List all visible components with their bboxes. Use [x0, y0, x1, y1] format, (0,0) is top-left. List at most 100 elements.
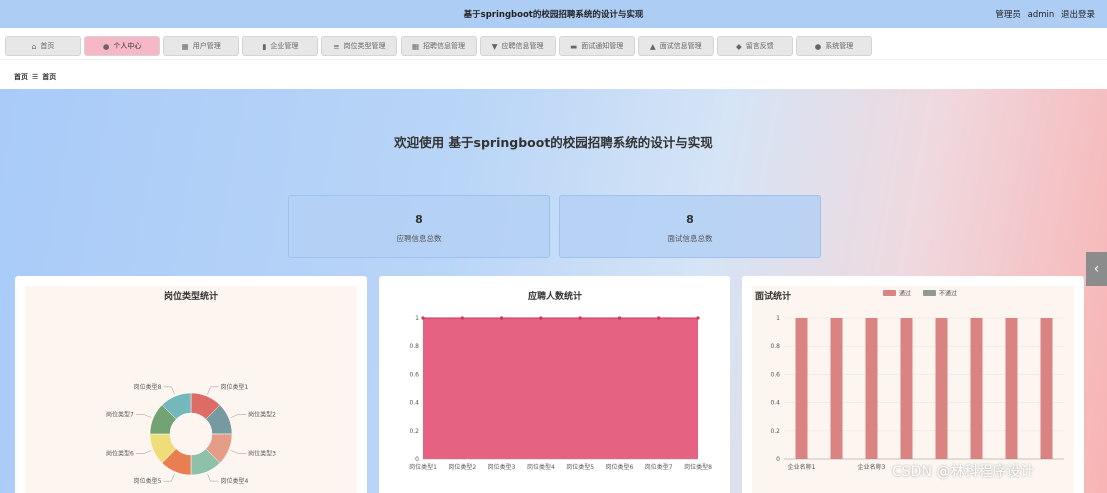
stat-label: 面试信息总数	[667, 234, 713, 243]
x-tick-label: 岗位类型6	[606, 463, 634, 471]
nav-tab[interactable]: ≡ 岗位类型管理	[321, 36, 398, 56]
data-point[interactable]	[421, 316, 425, 320]
data-point[interactable]	[617, 316, 622, 320]
nav-tab-label: 个人中心	[113, 42, 142, 50]
slice-label: 岗位类型8	[134, 383, 162, 391]
chart-title: 岗位类型统计	[164, 290, 218, 302]
y-tick-label: 0.8	[770, 343, 780, 350]
side-toggle-button[interactable]: ‹	[1086, 252, 1107, 286]
slice-label: 岗位类型6	[106, 450, 134, 458]
x-tick-label: 岗位类型2	[448, 463, 476, 471]
breadcrumb-separator: ☰	[32, 73, 39, 81]
user-role: 管理员	[995, 10, 1021, 20]
nav-tab[interactable]: ▦ 用户管理	[163, 36, 240, 56]
stat-value: 8	[686, 213, 694, 226]
data-point[interactable]	[539, 316, 543, 320]
logout-link[interactable]: 退出登录	[1061, 10, 1095, 20]
building-icon: ▮	[262, 41, 267, 51]
y-tick-label: 0	[776, 456, 780, 463]
slice-label: 岗位类型4	[221, 477, 249, 485]
bar[interactable]	[970, 318, 983, 459]
nav-tab-label: 用户管理	[192, 42, 221, 50]
nav-tab[interactable]: ● 个人中心	[84, 36, 161, 56]
stat-card-applications: 8 应聘信息总数	[288, 195, 550, 258]
nav-tab-label: 留言反馈	[745, 42, 774, 50]
pin-icon: ▼	[491, 41, 498, 51]
nav-tab-label: 企业管理	[270, 42, 299, 50]
monitor-icon: ▬	[570, 41, 578, 51]
data-point[interactable]	[499, 316, 504, 320]
y-tick-label: 0.4	[409, 400, 419, 407]
y-tick-label: 0.2	[770, 428, 780, 435]
y-tick-label: 1	[776, 315, 780, 322]
bar[interactable]	[865, 318, 878, 459]
y-tick-label: 0.2	[409, 428, 419, 435]
legend-label: 不通过	[939, 290, 957, 298]
stat-value: 8	[415, 213, 423, 226]
data-point[interactable]	[460, 316, 464, 320]
chart-title: 面试统计	[755, 290, 791, 302]
nav-tab[interactable]: ⌂ 首页	[5, 36, 81, 56]
chart-card-applicants: 应聘人数统计 0 0.2 0.4 0.6 0.8 1 岗位类型1 岗位类型2 岗位类型3 岗位类型4…	[379, 276, 730, 493]
nav-tab-label: 岗位类型管理	[343, 42, 386, 50]
bar[interactable]	[1040, 318, 1053, 459]
y-tick-label: 0.6	[770, 371, 780, 378]
nav-tab[interactable]: ▬ 面试通知管理	[558, 36, 635, 56]
slice-label: 岗位类型2	[248, 410, 276, 418]
x-tick-label: 岗位类型8	[684, 463, 712, 471]
grid-icon: ▦	[411, 41, 420, 51]
nav-tab[interactable]: ▦ 招聘信息管理	[400, 36, 477, 56]
data-point[interactable]	[696, 316, 700, 320]
app-title: 基于springboot的校园招聘系统的设计与实现	[463, 10, 644, 20]
x-tick-label: 岗位类型4	[527, 463, 555, 471]
bank-icon: ▲	[649, 41, 656, 51]
nav-tab[interactable]: ▲ 面试信息管理	[637, 36, 714, 56]
list-icon: ≡	[333, 41, 340, 51]
x-tick-label: 岗位类型7	[645, 463, 673, 471]
grid-icon: ▦	[181, 41, 189, 51]
legend-swatch[interactable]	[883, 290, 896, 296]
bar[interactable]	[935, 318, 948, 459]
dashboard-area: 欢迎使用 基于springboot的校园招聘系统的设计与实现 8 应聘信息总数 …	[0, 89, 1107, 493]
bar[interactable]	[795, 318, 808, 459]
area-chart: 应聘人数统计 0 0.2 0.4 0.6 0.8 1 岗位类型1 岗位类型2 岗位类型3 岗位类型4…	[409, 290, 712, 471]
data-point[interactable]	[657, 316, 661, 320]
y-tick-label: 0.6	[409, 371, 419, 378]
main-nav: ⌂ 首页 ● 个人中心 ▦ 用户管理 ▮ 企业管理 ≡ 岗位类型管理 ▦ 招聘信息管理 ▼ 应聘信息管理 ▬…	[0, 28, 1107, 60]
bar[interactable]	[1005, 318, 1018, 459]
nav-tab[interactable]: ▼ 应聘信息管理	[479, 36, 556, 56]
breadcrumb-current: 首页	[42, 73, 57, 81]
nav-tab[interactable]: ● 系统管理	[796, 36, 872, 56]
stat-label: 应聘信息总数	[396, 234, 442, 243]
bar[interactable]	[830, 318, 843, 459]
stat-card-interviews: 8 面试信息总数	[559, 195, 821, 258]
data-point[interactable]	[578, 316, 582, 320]
home-icon: ⌂	[31, 41, 37, 51]
nav-tab[interactable]: ▮ 企业管理	[242, 36, 319, 56]
slice-label: 岗位类型7	[106, 410, 134, 418]
top-bar: 基于springboot的校园招聘系统的设计与实现 管理员 admin 退出登录	[0, 0, 1107, 28]
x-tick-label: 岗位类型5	[566, 463, 594, 471]
nav-tab-label: 面试通知管理	[581, 42, 624, 50]
legend-swatch[interactable]	[923, 290, 936, 296]
welcome-title: 欢迎使用 基于springboot的校园招聘系统的设计与实现	[394, 135, 713, 150]
user-area: 管理员 admin 退出登录	[991, 8, 1095, 20]
nav-tab-label: 应聘信息管理	[501, 42, 544, 50]
donut-chart: 岗位类型统计岗位类型1 岗位类型2 岗位类型3 岗位类型4 岗位类型5 岗位类型6 岗位类型…	[25, 286, 357, 493]
nav-tab-label: 招聘信息管理	[423, 42, 466, 50]
x-tick-label: 岗位类型1	[409, 463, 437, 471]
slice-label: 岗位类型1	[221, 383, 249, 391]
area-fill	[423, 318, 698, 459]
breadcrumb-home[interactable]: 首页	[14, 73, 28, 81]
x-tick-label: 岗位类型3	[488, 463, 516, 471]
person-icon: ●	[814, 41, 822, 51]
nav-tab[interactable]: ◆ 留言反馈	[716, 36, 793, 56]
nav-tab-label: 首页	[40, 42, 55, 50]
y-tick-label: 0.8	[409, 343, 419, 350]
x-tick-label: 企业名称3	[858, 463, 886, 471]
slice-label: 岗位类型5	[134, 477, 162, 485]
username: admin	[1027, 10, 1055, 20]
bar[interactable]	[900, 318, 913, 459]
chart-title: 应聘人数统计	[528, 290, 582, 302]
x-tick-label: 企业名称1	[788, 463, 816, 471]
